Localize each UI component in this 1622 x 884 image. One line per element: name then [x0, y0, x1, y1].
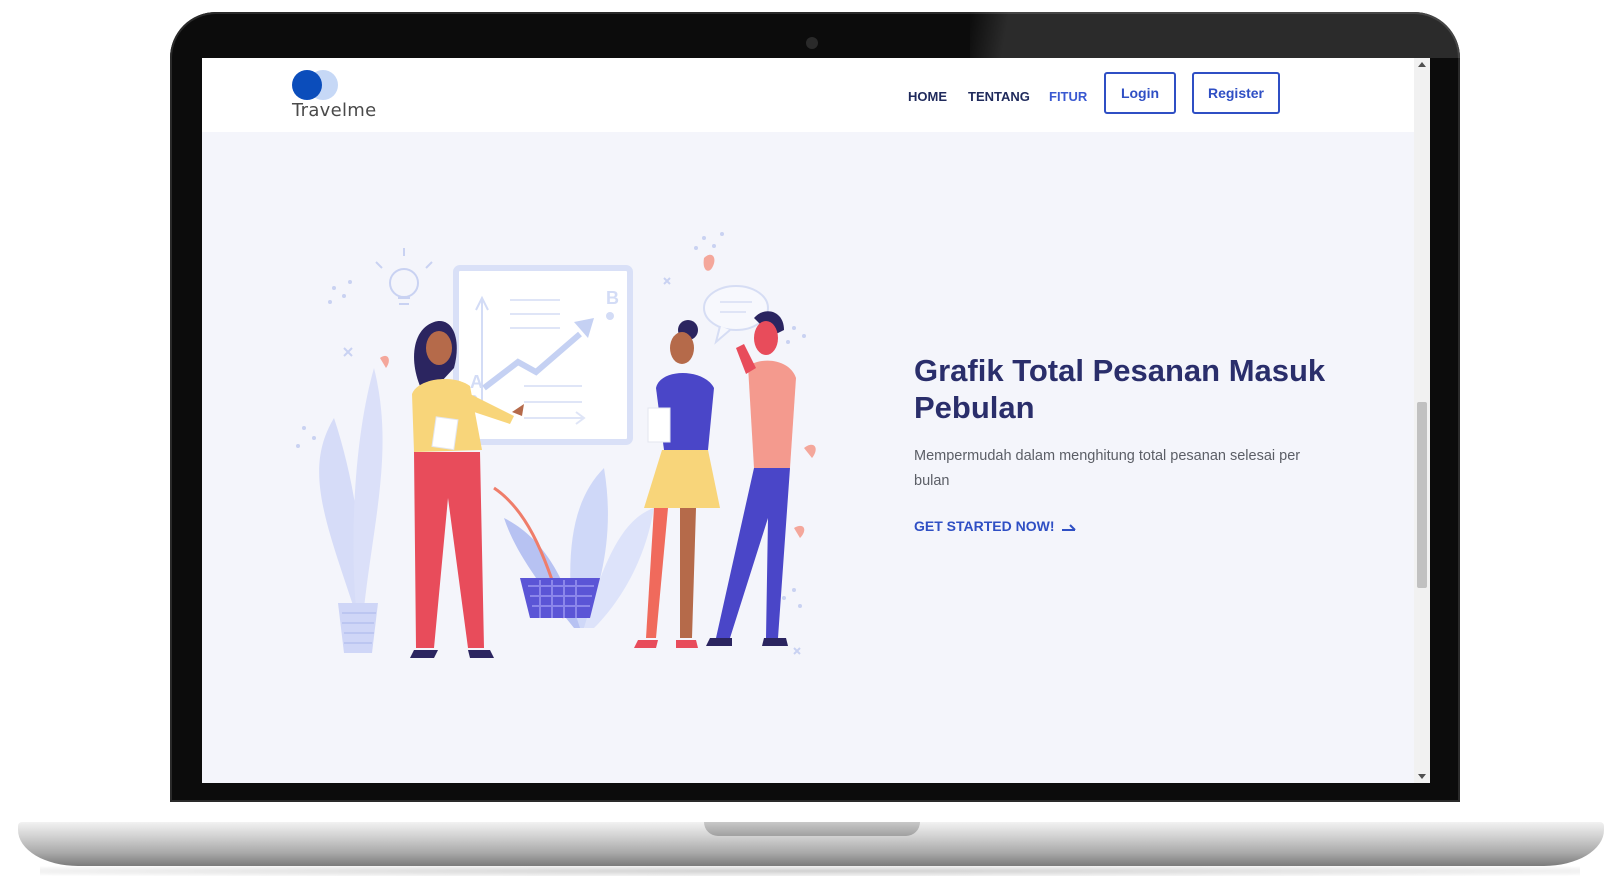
webcam	[806, 37, 818, 49]
nav-home[interactable]: HOME	[908, 89, 947, 104]
person-listener-1	[634, 320, 720, 648]
board-label-a: A	[470, 372, 483, 392]
scroll-down-icon[interactable]	[1418, 774, 1426, 779]
get-started-label: GET STARTED NOW!	[914, 518, 1055, 534]
scroll-thumb[interactable]	[1417, 402, 1427, 588]
login-button[interactable]: Login	[1104, 72, 1176, 114]
page-scrollbar[interactable]	[1414, 58, 1430, 783]
lightbulb-icon	[375, 248, 433, 305]
register-button[interactable]: Register	[1192, 72, 1280, 114]
scroll-up-icon[interactable]	[1418, 62, 1426, 67]
browser-viewport: Travelme HOME TENTANG FITUR Login Regist…	[202, 58, 1430, 783]
nav-tentang[interactable]: TENTANG	[968, 89, 1030, 104]
hero-illustration: A B	[296, 232, 816, 658]
nav-fitur[interactable]: FITUR	[1049, 89, 1087, 104]
logo-dot-primary	[292, 70, 322, 100]
plant-left	[319, 368, 383, 653]
hero-title: Grafik Total Pesanan Masuk Pebulan	[914, 353, 1326, 425]
brand-name: Travelme	[292, 100, 377, 121]
lid-glare	[970, 12, 1460, 58]
navbar: Travelme HOME TENTANG FITUR Login Regist…	[202, 58, 1414, 132]
chart-board: A B	[453, 265, 633, 445]
laptop-notch	[704, 822, 920, 836]
logo-mark	[292, 70, 342, 100]
laptop-shadow	[40, 866, 1580, 876]
plant-center	[493, 468, 654, 628]
board-label-b: B	[606, 288, 619, 308]
arrow-right-icon	[1061, 524, 1076, 531]
get-started-link[interactable]: GET STARTED NOW!	[914, 518, 1077, 534]
brand-logo[interactable]: Travelme	[292, 70, 392, 122]
hero-subtitle: Mempermudah dalam menghitung total pesan…	[914, 448, 1301, 489]
person-listener-2	[706, 311, 796, 646]
